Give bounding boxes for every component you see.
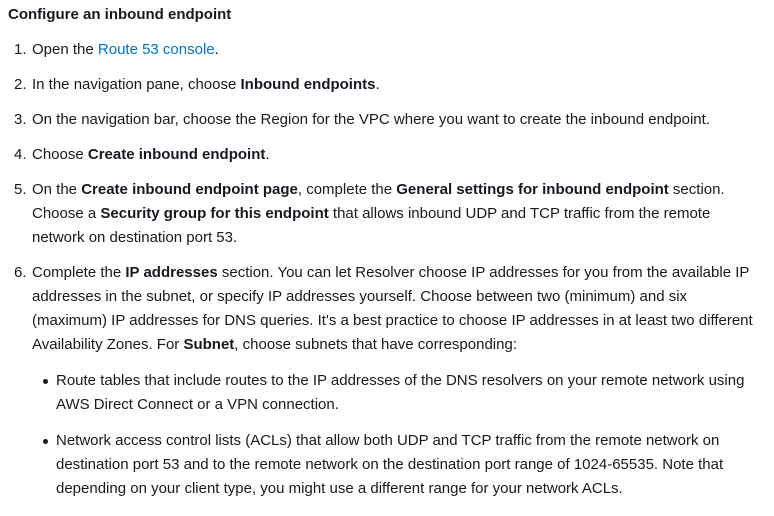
step-text: On the navigation bar, choose the Region… (32, 111, 710, 128)
bullet-icon (43, 439, 48, 444)
step-4: 4. Choose Create inbound endpoint. (8, 143, 766, 167)
step-1: 1. Open the Route 53 console. (8, 38, 766, 62)
list-item: Network access control lists (ACLs) that… (32, 429, 766, 501)
step-bold-text: Create inbound endpoint (87, 146, 266, 163)
step-text: . (214, 41, 219, 58)
step-text: , choose subnets that have corresponding… (234, 336, 517, 353)
step-text: Choose (32, 146, 88, 163)
bullet-text: Route tables that include routes to the … (56, 372, 745, 413)
subnet-requirements-list: Route tables that include routes to the … (32, 369, 766, 501)
step-text: In the navigation pane, choose (32, 76, 241, 93)
route53-console-link[interactable]: Route 53 console (98, 41, 215, 58)
step-3: 3. On the navigation bar, choose the Reg… (8, 108, 766, 132)
bullet-text: Network access control lists (ACLs) that… (56, 432, 724, 497)
step-number: 1. (14, 41, 27, 58)
steps-list: 1. Open the Route 53 console. 2. In the … (8, 38, 766, 501)
section-heading: Configure an inbound endpoint (8, 6, 232, 23)
step-number: 2. (14, 76, 27, 93)
step-number: 5. (14, 181, 27, 198)
step-2: 2. In the navigation pane, choose Inboun… (8, 73, 766, 97)
step-5: 5. On the Create inbound endpoint page, … (8, 178, 766, 250)
step-bold-text: Create inbound endpoint page (81, 181, 298, 198)
step-6: 6. Complete the IP addresses section. Yo… (8, 261, 766, 501)
step-number: 4. (14, 146, 27, 163)
step-number: 3. (14, 111, 27, 128)
bullet-icon (43, 379, 48, 384)
step-bold-text: IP addresses (125, 264, 218, 281)
step-bold-text: Inbound endpoints (240, 76, 376, 93)
step-bold-text: Subnet (183, 336, 235, 353)
step-number: 6. (14, 264, 27, 281)
list-item: Route tables that include routes to the … (32, 369, 766, 417)
document-page: Configure an inbound endpoint 1. Open th… (0, 0, 774, 516)
step-text: . (265, 146, 270, 163)
step-bold-text: General settings for inbound endpoint (396, 181, 669, 198)
step-text: Open the (32, 41, 98, 58)
step-text: Complete the (32, 264, 126, 281)
step-text: , complete the (297, 181, 397, 198)
step-text: . (375, 76, 380, 93)
step-text: On the (32, 181, 82, 198)
step-bold-text: Security group for this endpoint (100, 205, 329, 222)
